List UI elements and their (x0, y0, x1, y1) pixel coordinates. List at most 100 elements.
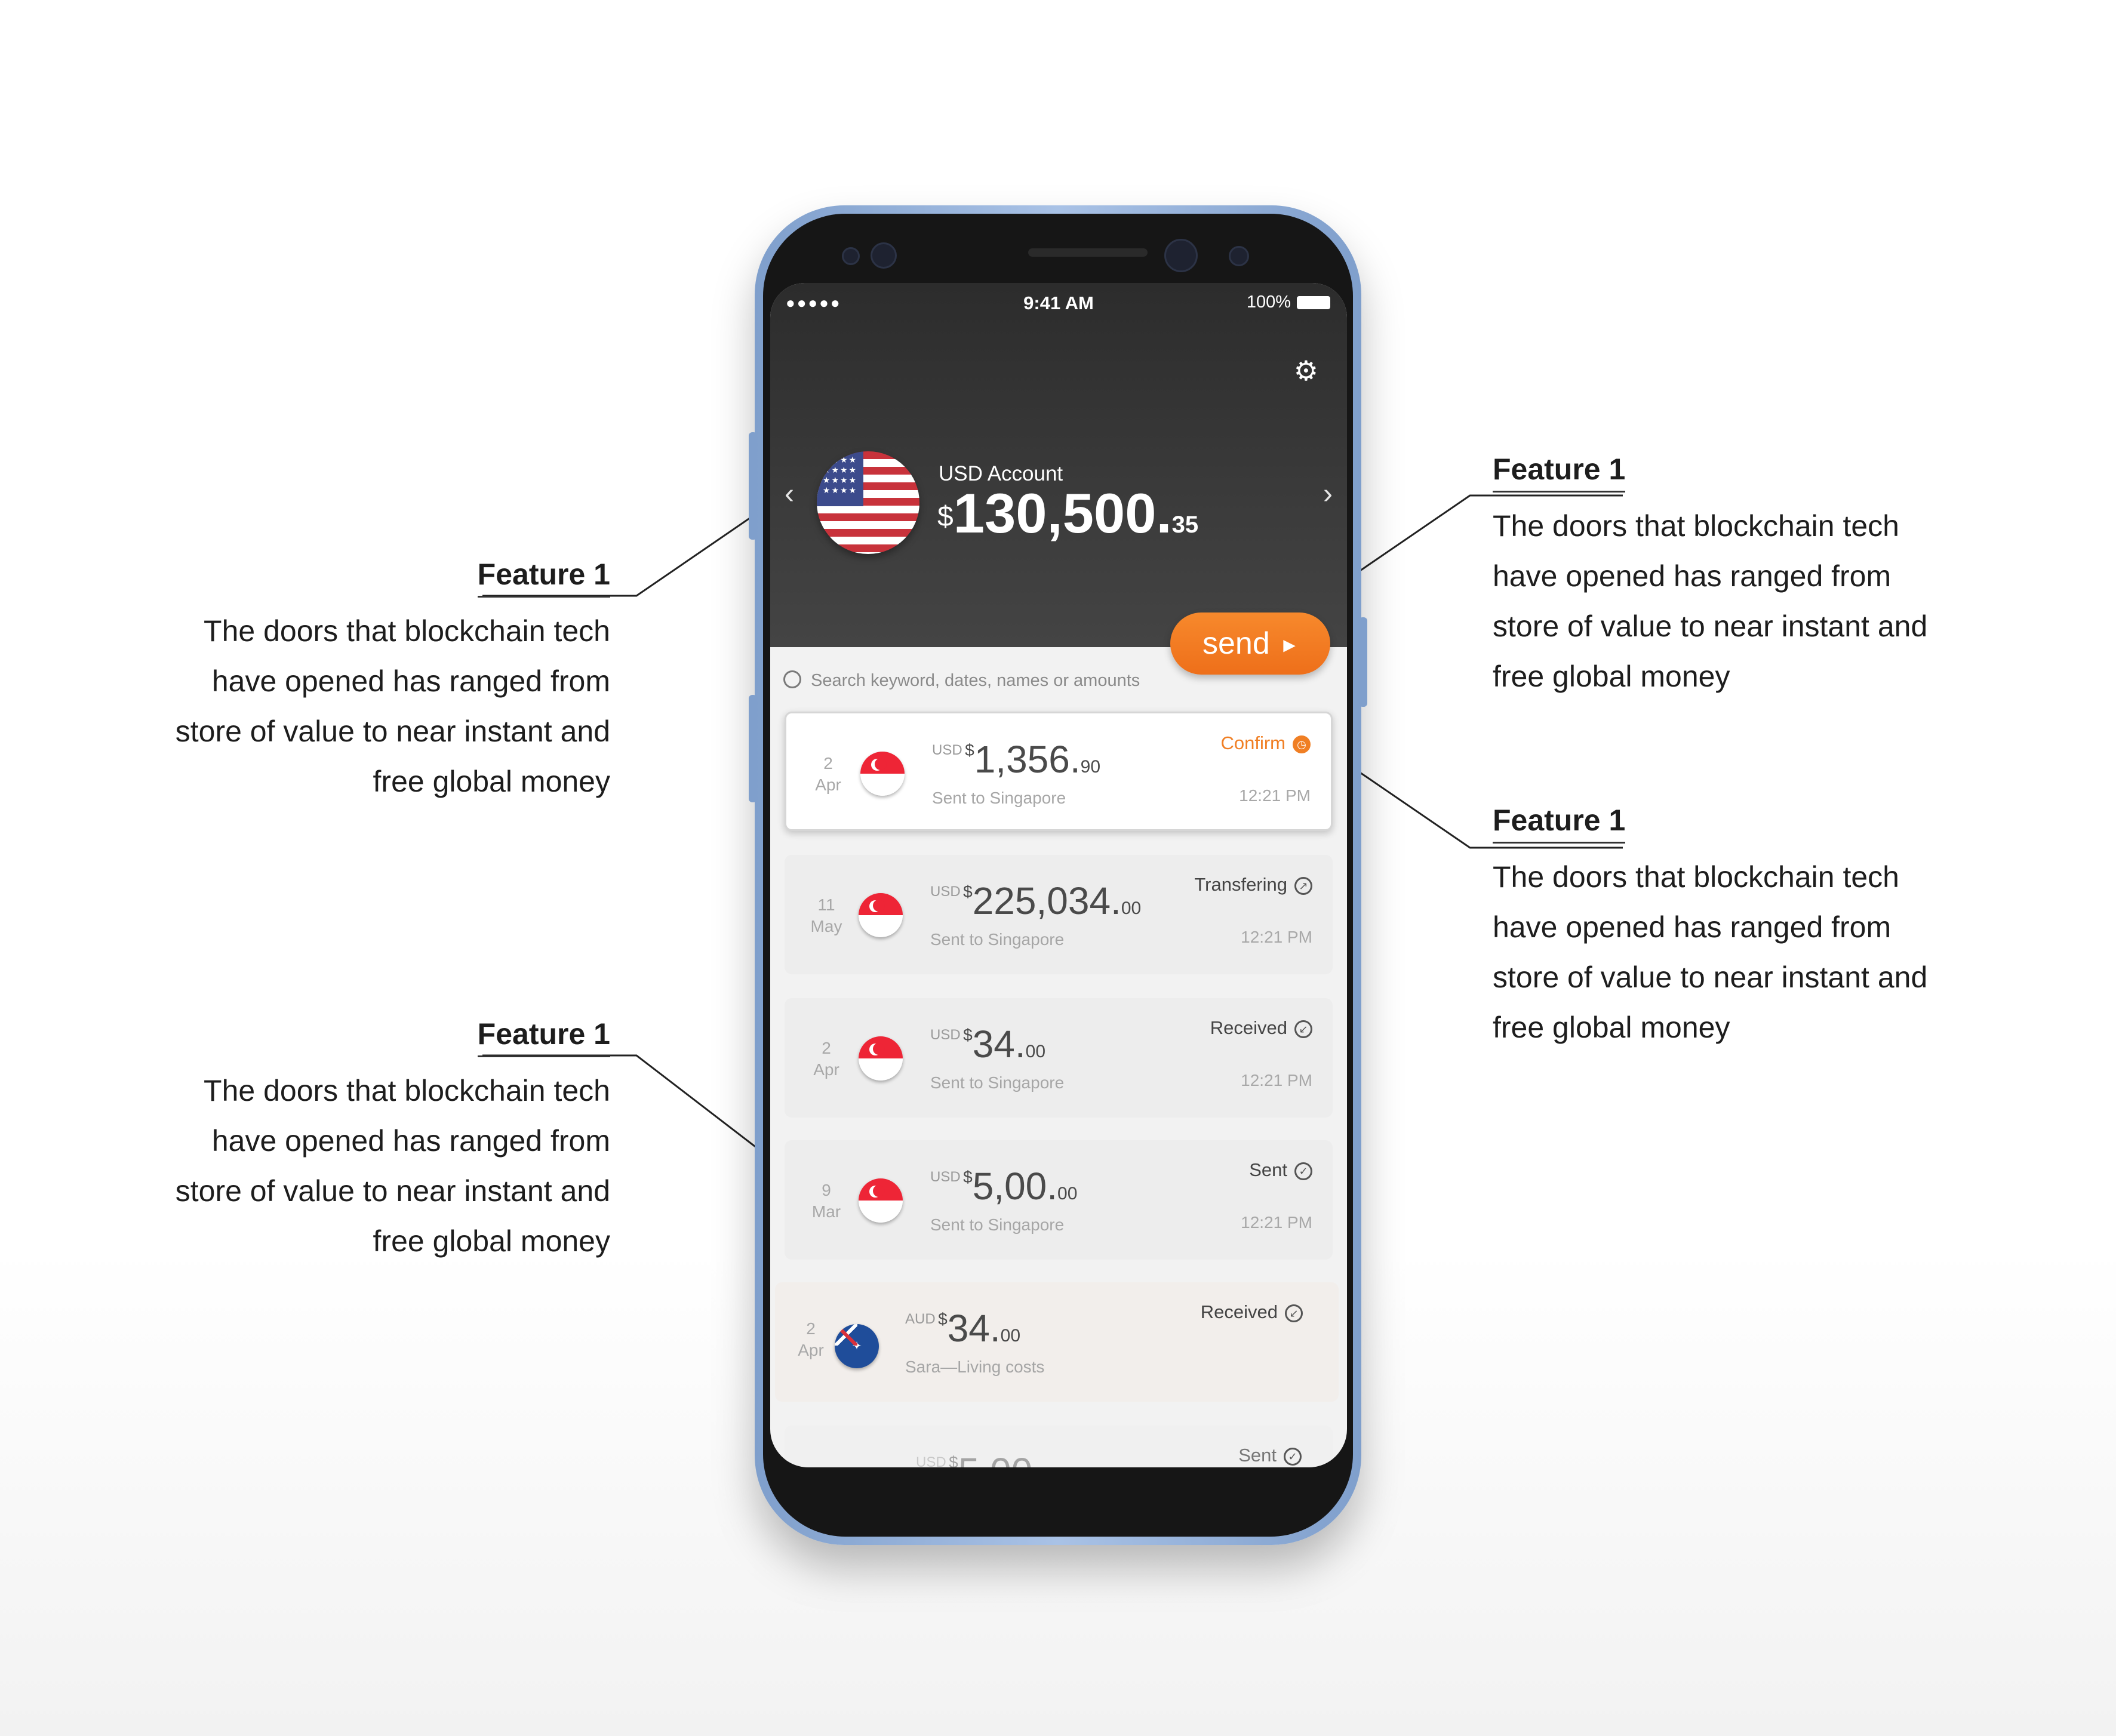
annotation-line: The doors that blockchain tech (1493, 860, 1899, 894)
transaction-time: 12:21 PM (1241, 1213, 1312, 1232)
light-sensor (1229, 246, 1249, 266)
transaction-description: Sent to Singapore (930, 930, 1065, 949)
annotation-line: store of value to near instant and (1493, 961, 1928, 994)
singapore-flag-icon (860, 752, 905, 796)
currency-symbol: $ (937, 501, 954, 533)
annotation-line: have opened has ranged from (211, 664, 610, 698)
transaction-status[interactable]: Confirm ◷ (1220, 732, 1311, 754)
transaction-date: 11 May (810, 895, 842, 935)
transaction-date: 9 Mar (811, 1181, 841, 1221)
annotation-body: The doors that blockchain tech have open… (156, 606, 610, 807)
annotation-line: The doors that blockchain tech (1493, 509, 1899, 543)
transaction-status[interactable]: Received ↙ (1201, 1301, 1303, 1323)
transaction-status[interactable]: Received ↙ (1210, 1017, 1312, 1039)
transaction-time: 12:21 PM (1241, 1071, 1312, 1089)
search-bar[interactable]: Search keyword, dates, names or amounts (783, 665, 1201, 696)
phone-body: ●●●●● 9:41 AM 100% ⚙ ‹ › ★★★★ ★★★★ ★★★★ ★★★… (763, 214, 1353, 1537)
annotation-line: store of value to near instant and (1493, 610, 1928, 643)
transaction-card[interactable]: USD $5.00.00 Sent✓ (785, 1426, 1333, 1467)
transaction-card[interactable]: 2 Apr USD $34.00 Sent to Singapore Receiv… (785, 998, 1333, 1118)
singapore-flag-icon (859, 1036, 903, 1081)
balance-cents: 35 (1171, 512, 1199, 538)
account-balance: $130,500.35 (937, 484, 1198, 555)
transaction-card[interactable]: 2 Apr ✦ AUD $34.00 Sara—Living costs Rece… (775, 1282, 1339, 1402)
annotation-line: The doors that blockchain tech (204, 1074, 610, 1107)
transaction-date: 2 Apr (813, 1039, 839, 1079)
annotation-right-top: Feature 1 The doors that blockchain tech… (1493, 451, 1946, 701)
app-screen: ●●●●● 9:41 AM 100% ⚙ ‹ › ★★★★ ★★★★ ★★★★ ★★★… (770, 283, 1347, 1467)
annotation-body: The doors that blockchain tech have open… (156, 1066, 610, 1266)
transaction-card[interactable]: 11 May USD $225,034.00 Sent to Singapore … (785, 855, 1333, 974)
singapore-flag-icon (859, 893, 903, 937)
transaction-description: Sara—Living costs (905, 1358, 1045, 1376)
annotation-title: Feature 1 (1493, 802, 1626, 844)
transaction-description: Sent to Singapore (930, 1073, 1065, 1092)
annotation-line: store of value to near instant and (175, 1174, 610, 1208)
received-arrow-icon: ↙ (1285, 1304, 1303, 1322)
front-camera (1164, 239, 1198, 272)
transaction-amount: AUD $34.00 (905, 1307, 1021, 1350)
balance-amount: 130,500. (953, 482, 1172, 544)
next-account-chevron-icon[interactable]: › (1323, 478, 1333, 510)
annotation-title: Feature 1 (477, 1016, 610, 1057)
singapore-flag-icon (859, 1178, 903, 1223)
power-button (1359, 617, 1367, 707)
transaction-amount: USD $5.00.00 (916, 1450, 1043, 1467)
settings-gear-icon[interactable]: ⚙ (1294, 355, 1318, 387)
annotation-line: have opened has ranged from (1493, 910, 1892, 944)
annotation-body: The doors that blockchain tech have open… (1493, 501, 1946, 701)
transaction-status[interactable]: Sent ✓ (1249, 1159, 1312, 1181)
battery-icon (1297, 296, 1330, 310)
annotation-title: Feature 1 (477, 556, 610, 598)
battery-percent: 100% (1246, 293, 1291, 312)
transaction-time: 12:21 PM (1241, 928, 1312, 946)
prev-account-chevron-icon[interactable]: ‹ (785, 478, 794, 510)
send-arrow-icon: ► (1279, 634, 1300, 657)
phone-mockup: ●●●●● 9:41 AM 100% ⚙ ‹ › ★★★★ ★★★★ ★★★★ ★★★… (749, 205, 1367, 1545)
annotation-left-top: Feature 1 The doors that blockchain tech… (156, 556, 610, 807)
annotation-line: have opened has ranged from (1493, 559, 1892, 593)
check-icon: ✓ (1284, 1447, 1302, 1466)
annotation-line: store of value to near instant and (175, 715, 610, 748)
search-input[interactable]: Search keyword, dates, names or amounts (811, 671, 1140, 690)
annotation-line: free global money (373, 1224, 610, 1258)
battery-status: 100% (1247, 293, 1330, 312)
transaction-amount: USD $225,034.00 (930, 879, 1142, 922)
annotation-line: The doors that blockchain tech (204, 614, 610, 648)
received-arrow-icon: ↙ (1294, 1020, 1312, 1038)
proximity-sensor (842, 247, 860, 265)
search-icon (783, 670, 801, 689)
transaction-status[interactable]: Transfering ↗ (1194, 874, 1312, 895)
transfer-arrow-icon: ↗ (1294, 876, 1312, 895)
transaction-time: 12:21 PM (1239, 786, 1311, 805)
us-flag-icon: ★★★★ ★★★★ ★★★★ ★★★★ (817, 451, 919, 554)
status-bar: ●●●●● 9:41 AM 100% (770, 283, 1347, 325)
australia-flag-icon: ✦ (835, 1324, 879, 1368)
annotation-line: free global money (1493, 660, 1730, 693)
transaction-amount: USD $5,00.00 (930, 1165, 1078, 1208)
clock-icon: ◷ (1293, 735, 1311, 753)
annotation-line: have opened has ranged from (211, 1124, 610, 1158)
transaction-description: Sent to Singapore (930, 1215, 1065, 1234)
bixby-button (749, 695, 757, 802)
annotation-title: Feature 1 (1493, 451, 1626, 493)
transaction-status[interactable]: Sent ✓ (1238, 1445, 1302, 1466)
earpiece-speaker (1028, 248, 1148, 257)
annotation-right-middle: Feature 1 The doors that blockchain tech… (1493, 802, 1946, 1052)
transaction-card[interactable]: 9 Mar USD $5,00.00 Sent to Singapore Sent… (785, 1140, 1333, 1260)
transaction-card[interactable]: 2 Apr USD $1,356.90 Sent to Singapore Con… (785, 712, 1333, 831)
annotation-body: The doors that blockchain tech have open… (1493, 852, 1946, 1052)
volume-button (749, 432, 757, 540)
annotation-line: free global money (373, 765, 610, 798)
annotation-line: free global money (1493, 1011, 1730, 1044)
send-label: send (1202, 626, 1270, 661)
transaction-amount: USD $1,356.90 (932, 738, 1101, 781)
annotation-left-bottom: Feature 1 The doors that blockchain tech… (156, 1016, 610, 1266)
account-header: ●●●●● 9:41 AM 100% ⚙ ‹ › ★★★★ ★★★★ ★★★★ ★★★… (770, 283, 1347, 647)
transaction-date: 2 Apr (798, 1319, 824, 1359)
transaction-date: 2 Apr (815, 754, 841, 794)
transaction-description: Sent to Singapore (932, 789, 1066, 807)
check-icon: ✓ (1294, 1162, 1312, 1180)
transaction-amount: USD $34.00 (930, 1023, 1046, 1066)
iris-sensor (871, 242, 897, 269)
